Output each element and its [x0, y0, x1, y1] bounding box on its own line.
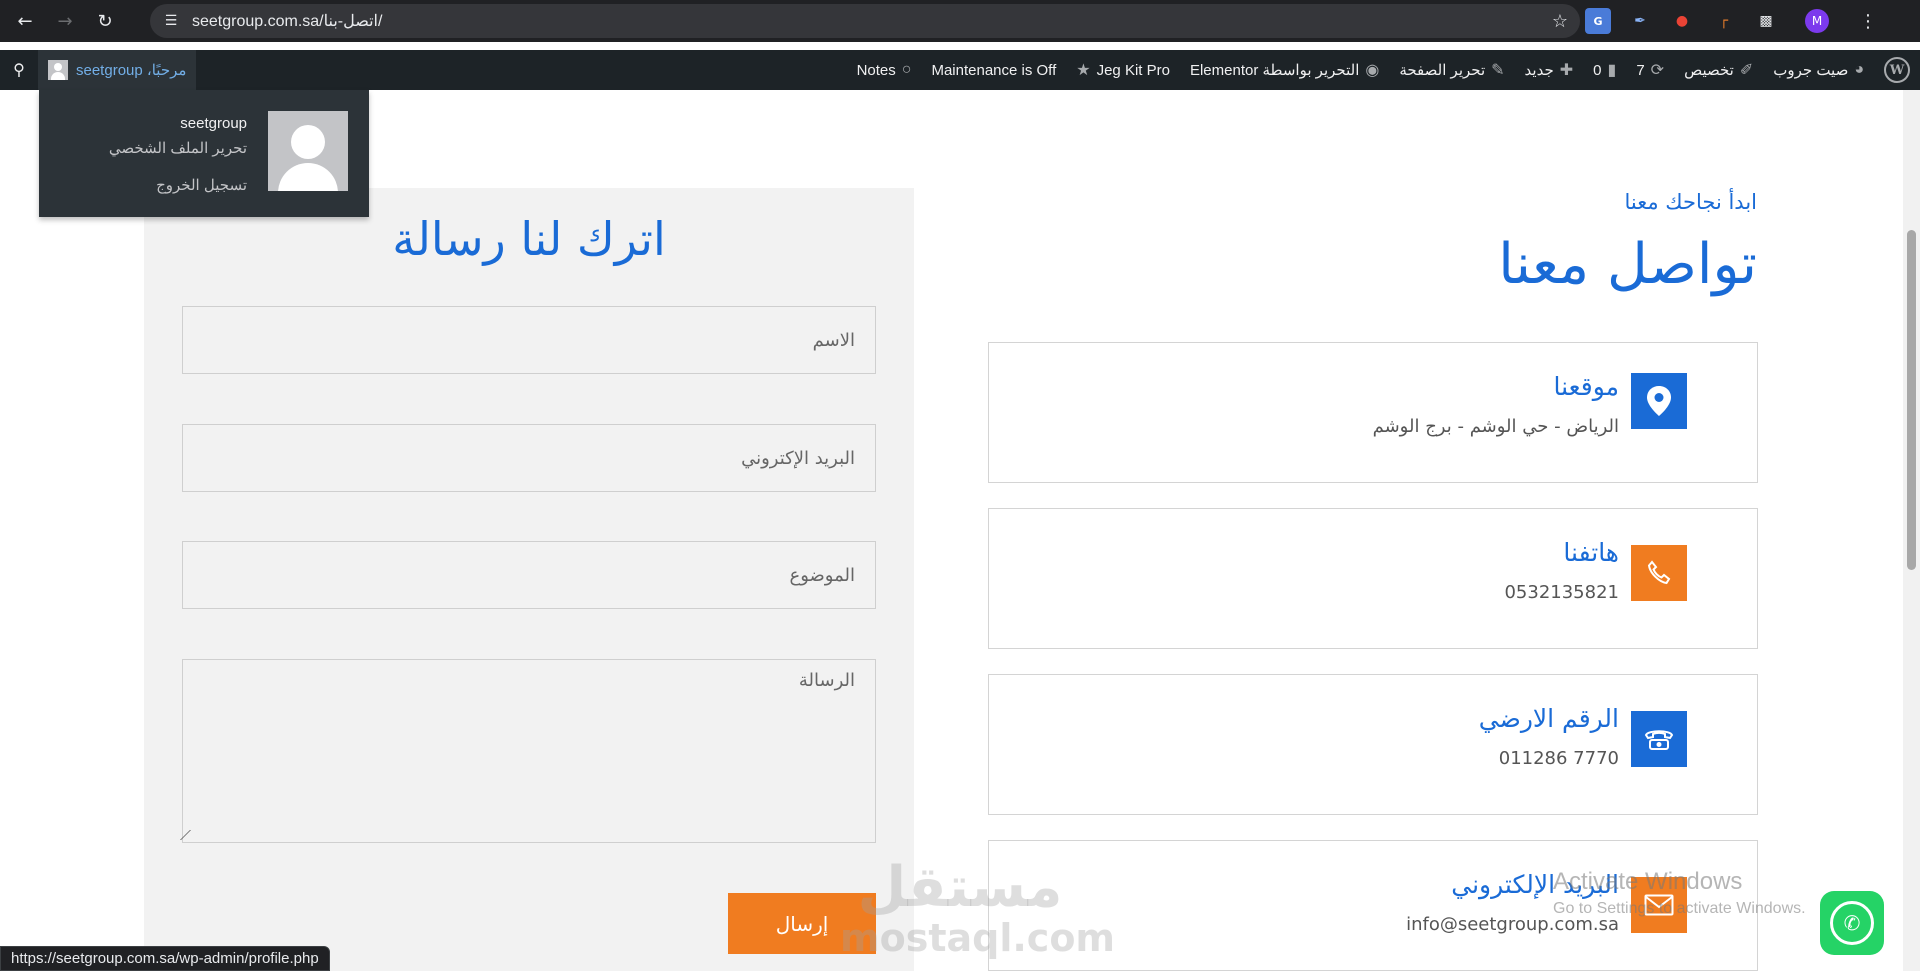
extensions-icon[interactable]: ▩	[1753, 8, 1779, 34]
avatar-large[interactable]	[268, 111, 348, 191]
admin-bar-secondary: ⚲ مرحبًا، seetgroup	[0, 50, 197, 90]
frame-extension-icon[interactable]: ┌	[1711, 8, 1737, 34]
whatsapp-button[interactable]: ✆	[1820, 891, 1884, 955]
status-bar-url: https://seetgroup.com.sa/wp-admin/profil…	[0, 946, 330, 971]
scrollbar-thumb[interactable]	[1907, 230, 1916, 570]
brush-icon: ✐	[1739, 62, 1754, 79]
page-title: تواصل معنا	[1498, 232, 1757, 297]
site-name: صيت جروب	[1773, 62, 1849, 79]
customize-link[interactable]: ✐ تخصيص	[1674, 50, 1763, 90]
new-content-menu[interactable]: ✚ جديد	[1515, 50, 1584, 90]
subject-field[interactable]: الموضوع	[182, 541, 876, 609]
account-dropdown: seetgroup تحرير الملف الشخصي تسجيل الخرو…	[39, 90, 369, 217]
phone-value[interactable]: 0532135821	[1504, 582, 1619, 603]
resize-handle-icon[interactable]	[180, 830, 200, 840]
maintenance-label: Maintenance is Off	[931, 61, 1057, 79]
page-scrollbar[interactable]	[1903, 90, 1920, 971]
address-bar-url[interactable]: seetgroup.com.sa/اتصل-بنا/	[192, 11, 382, 31]
translate-icon[interactable]: G	[1585, 8, 1611, 34]
wp-admin-bar: W ◕ صيت جروب ✐ تخصيص ⟳ 7 ▮ 0 ✚ جديد ✎ تح…	[0, 50, 1920, 90]
wordpress-logo-icon: W	[1884, 57, 1910, 83]
plus-icon: ✚	[1559, 62, 1574, 79]
site-name-menu[interactable]: ◕ صيت جروب	[1763, 50, 1874, 90]
screen-recorder-icon[interactable]: ●	[1669, 8, 1695, 34]
elementor-icon: ◉	[1365, 62, 1380, 79]
email-field[interactable]: البريد الإكتروني	[182, 424, 876, 492]
updates-link[interactable]: ⟳ 7	[1626, 50, 1674, 90]
site-info-icon[interactable]: ☰	[154, 4, 188, 38]
my-account-menu[interactable]: مرحبًا، seetgroup	[38, 50, 197, 90]
wp-logo-menu[interactable]: W	[1874, 50, 1920, 90]
jeg-kit-label: Jeg Kit Pro	[1096, 61, 1170, 79]
greeting-label: مرحبًا، seetgroup	[76, 62, 187, 79]
maintenance-link[interactable]: Maintenance is Off	[921, 50, 1066, 90]
updates-count: 7	[1636, 61, 1645, 79]
comment-icon: ▮	[1607, 62, 1617, 79]
new-label: جديد	[1524, 62, 1554, 79]
contact-tagline: ابدأ نجاحك معنا	[1624, 190, 1757, 214]
pencil-icon: ✎	[1491, 62, 1505, 79]
logout-link[interactable]: تسجيل الخروج	[156, 176, 247, 194]
avatar	[48, 60, 68, 80]
search-icon[interactable]: ⚲	[0, 50, 38, 90]
account-username[interactable]: seetgroup	[180, 115, 247, 132]
form-title: اترك لنا رسالة	[392, 212, 666, 266]
comments-count: 0	[1593, 61, 1602, 79]
activate-title: Activate Windows	[1553, 868, 1743, 895]
name-field[interactable]: الاسم	[182, 306, 876, 374]
notes-link[interactable]: ○ Notes	[847, 50, 922, 90]
eyedropper-icon[interactable]: ✒	[1627, 8, 1653, 34]
activate-subtitle: Go to Settings to activate Windows.	[1553, 900, 1806, 917]
edit-page-link[interactable]: ✎ تحرير الصفحة	[1389, 50, 1514, 90]
browser-toolbar: ← → ↻ ☰ seetgroup.com.sa/اتصل-بنا/ ☆ G ✒…	[0, 0, 1920, 42]
phone-label: هاتفنا	[1563, 538, 1619, 567]
updates-icon: ⟳	[1650, 62, 1665, 79]
landline-phone-icon	[1631, 711, 1687, 767]
back-icon[interactable]: ←	[10, 6, 40, 36]
customize-label: تخصيص	[1684, 62, 1734, 79]
profile-avatar[interactable]: M	[1805, 9, 1829, 33]
dashboard-icon: ◕	[1854, 61, 1864, 78]
notes-label: Notes	[856, 61, 896, 79]
watermark-arabic: مستقل	[857, 855, 1063, 920]
phone-icon	[1631, 545, 1687, 601]
comments-link[interactable]: ▮ 0	[1583, 50, 1626, 90]
extension-icons: G ✒ ● ┌ ▩ M ⋮	[1585, 8, 1877, 34]
elementor-edit-label: التحرير بواسطة Elementor	[1189, 62, 1360, 79]
edit-profile-link[interactable]: تحرير الملف الشخصي	[109, 139, 247, 157]
menu-icon[interactable]: ⋮	[1859, 11, 1877, 32]
landline-value[interactable]: 011286 7770	[1499, 748, 1619, 769]
watermark-english: mostaql.com	[840, 916, 1116, 960]
reload-icon[interactable]: ↻	[90, 6, 120, 36]
bookmark-star-icon[interactable]: ☆	[1552, 11, 1568, 32]
location-label: موقعنا	[1553, 372, 1619, 401]
forward-icon[interactable]: →	[50, 6, 80, 36]
message-placeholder: الرسالة	[798, 670, 855, 691]
chat-bubble-icon: ○	[901, 61, 912, 78]
elementor-edit-link[interactable]: ◉ التحرير بواسطة Elementor	[1180, 50, 1389, 90]
activate-windows-notice: Activate Windows Go to Settings to activ…	[1553, 868, 1806, 918]
location-value: الرياض - حي الوشم - برج الوشم	[1372, 416, 1619, 437]
jeg-kit-link[interactable]: Jeg Kit Pro ★	[1066, 50, 1180, 90]
location-pin-icon	[1631, 373, 1687, 429]
edit-page-label: تحرير الصفحة	[1399, 62, 1486, 79]
address-bar[interactable]: ☰ seetgroup.com.sa/اتصل-بنا/ ☆	[150, 4, 1580, 38]
whatsapp-icon: ✆	[1830, 901, 1874, 945]
message-textarea[interactable]: الرسالة	[180, 659, 876, 843]
crown-icon: ★	[1076, 62, 1091, 79]
mostaql-watermark: مستقل mostaql.com	[840, 855, 1116, 968]
landline-label: الرقم الارضي	[1478, 704, 1619, 733]
